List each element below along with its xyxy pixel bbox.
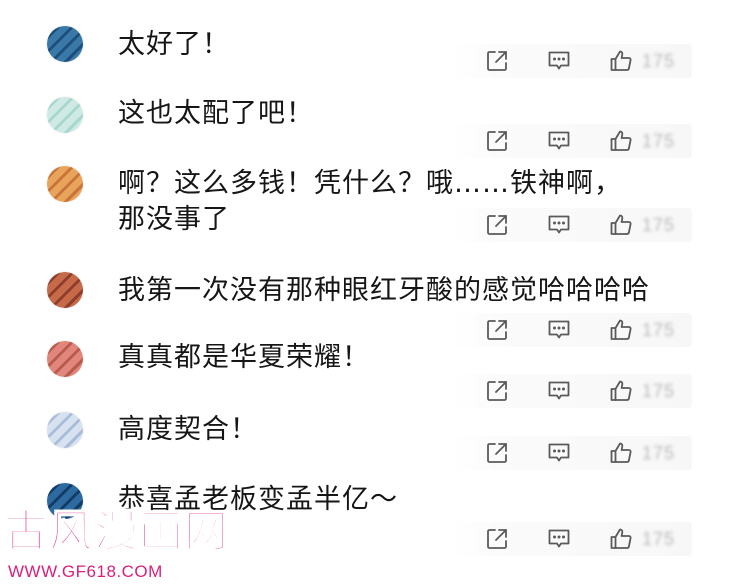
comment-actions: 175 xyxy=(452,522,692,556)
comment-text: 真真都是华夏荣耀！ xyxy=(118,342,370,373)
thumbs-up-icon xyxy=(608,526,634,552)
like-count: 175 xyxy=(642,381,676,401)
comment-bubble-icon xyxy=(546,48,572,74)
share-button[interactable] xyxy=(484,378,510,404)
share-external-icon xyxy=(484,212,510,238)
reply-button[interactable] xyxy=(546,526,572,552)
thumbs-up-icon xyxy=(608,212,634,238)
comment-actions: 175 xyxy=(452,124,692,158)
watermark-url: WWW.GF618.COM xyxy=(8,562,163,581)
thumbs-up-icon xyxy=(608,48,634,74)
comment-actions: 175 xyxy=(452,374,692,408)
share-external-icon xyxy=(484,378,510,404)
like-button[interactable] xyxy=(608,378,634,404)
like-button[interactable] xyxy=(608,440,634,466)
reply-button[interactable] xyxy=(546,212,572,238)
comment-bubble-icon xyxy=(546,378,572,404)
comment-bubble-icon xyxy=(546,526,572,552)
comment-actions: 175 xyxy=(452,44,692,78)
like-count: 175 xyxy=(642,443,676,463)
avatar[interactable] xyxy=(47,341,83,377)
comment-actions: 175 xyxy=(452,208,692,242)
avatar[interactable] xyxy=(47,26,83,62)
share-button[interactable] xyxy=(484,526,510,552)
share-external-icon xyxy=(484,526,510,552)
like-button[interactable] xyxy=(608,526,634,552)
reply-button[interactable] xyxy=(546,378,572,404)
avatar[interactable] xyxy=(47,97,83,133)
like-button[interactable] xyxy=(608,48,634,74)
comment-bubble-icon xyxy=(546,128,572,154)
thumbs-up-icon xyxy=(608,128,634,154)
comment-bubble-icon xyxy=(546,212,572,238)
like-count: 175 xyxy=(642,215,676,235)
share-external-icon xyxy=(484,128,510,154)
share-button[interactable] xyxy=(484,440,510,466)
reply-button[interactable] xyxy=(546,128,572,154)
share-button[interactable] xyxy=(484,128,510,154)
comment-text: 我第一次没有那种眼红牙酸的感觉哈哈哈哈 xyxy=(118,275,650,306)
watermark-logo: 古风漫画网 xyxy=(3,505,229,558)
comment-actions: 175 xyxy=(452,436,692,470)
reply-button[interactable] xyxy=(546,48,572,74)
avatar[interactable] xyxy=(47,272,83,308)
like-count: 175 xyxy=(642,529,676,549)
avatar[interactable] xyxy=(47,412,83,448)
like-count: 175 xyxy=(642,131,676,151)
thumbs-up-icon xyxy=(608,378,634,404)
avatar[interactable] xyxy=(47,166,83,202)
share-button[interactable] xyxy=(484,48,510,74)
thumbs-up-icon xyxy=(608,440,634,466)
like-button[interactable] xyxy=(608,128,634,154)
share-button[interactable] xyxy=(484,212,510,238)
like-count: 175 xyxy=(642,320,676,340)
comment-bubble-icon xyxy=(546,440,572,466)
like-count: 175 xyxy=(642,51,676,71)
site-watermark: 古风漫画网 WWW.GF618.COM xyxy=(0,498,230,586)
share-external-icon xyxy=(484,48,510,74)
share-external-icon xyxy=(484,440,510,466)
reply-button[interactable] xyxy=(546,440,572,466)
like-button[interactable] xyxy=(608,212,634,238)
